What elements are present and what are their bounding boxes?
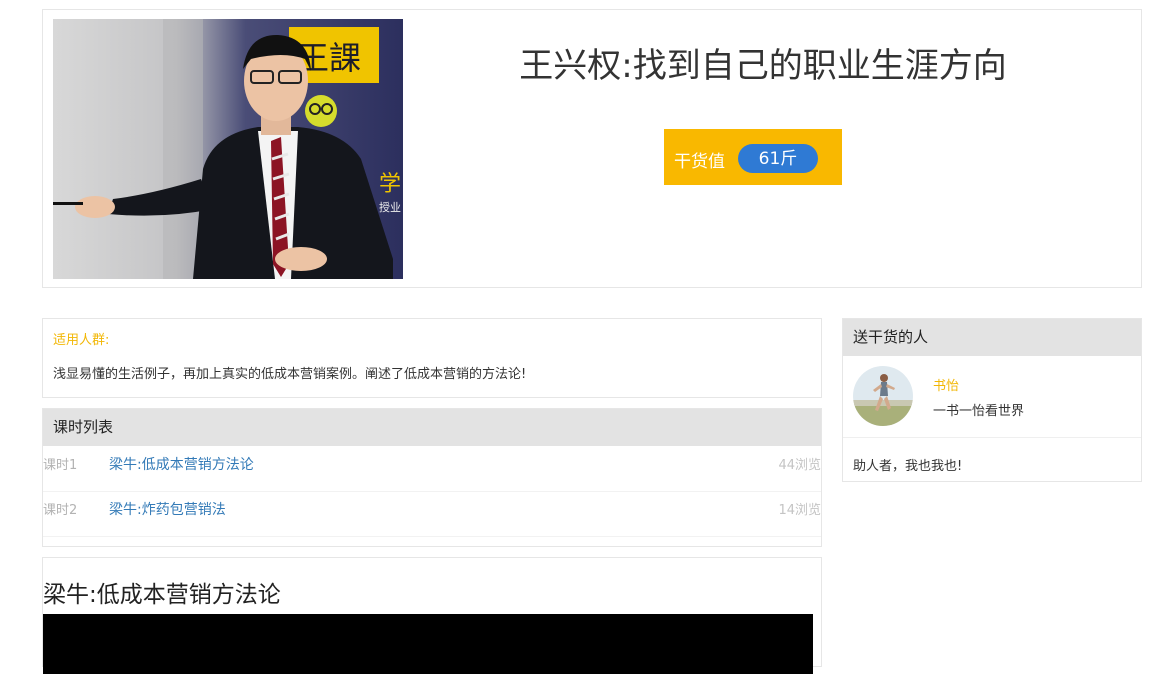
- givers-panel: 送干货的人 书怡 一书一怡看世界 助人者，我也我也!: [842, 318, 1142, 482]
- lesson-number: 课时2: [43, 503, 78, 518]
- giver-item: 书怡 一书一怡看世界: [843, 356, 1141, 438]
- video-player[interactable]: [43, 614, 813, 674]
- video-section: 梁牛:低成本营销方法论: [42, 557, 822, 674]
- givers-header: 送干货的人: [843, 319, 1141, 356]
- lesson-row: 课时2 梁牛:炸药包营销法 14浏览: [43, 491, 821, 537]
- avatar[interactable]: [853, 366, 913, 426]
- giver-motto: 一书一怡看世界: [933, 404, 1025, 419]
- lesson-link[interactable]: 梁牛:炸药包营销法: [109, 499, 226, 519]
- video-title: 梁牛:低成本营销方法论: [43, 582, 281, 608]
- audience-text: 浅显易懂的生活例子，再加上真实的低成本营销案例。阐述了低成本营销的方法论!: [53, 367, 527, 382]
- lesson-list: 课时列表 课时1 梁牛:低成本营销方法论 44浏览 课时2 梁牛:炸药包营销法 …: [42, 408, 822, 547]
- photo-sign-text-3: 授业: [379, 200, 401, 214]
- lesson-views: 44浏览: [778, 458, 821, 473]
- audience-label: 适用人群:: [53, 333, 110, 348]
- course-cover-image: 王課 学 授业: [53, 19, 403, 279]
- lesson-list-header: 课时列表: [43, 409, 821, 446]
- giver-name[interactable]: 书怡: [933, 375, 959, 394]
- lesson-number: 课时1: [43, 458, 78, 473]
- lesson-row: 课时1 梁牛:低成本营销方法论 44浏览: [43, 446, 821, 492]
- value-label: 干货值: [674, 152, 725, 172]
- lesson-views: 14浏览: [778, 503, 821, 518]
- course-title: 王兴权:找到自己的职业生涯方向: [519, 46, 1007, 86]
- value-amount-pill: 61斤: [738, 144, 818, 173]
- value-badge: 干货值 61斤: [664, 129, 842, 185]
- audience-card: 适用人群: 浅显易懂的生活例子，再加上真实的低成本营销案例。阐述了低成本营销的方…: [42, 318, 822, 398]
- course-hero: 王課 学 授业 王兴权:找到自己的职业生涯方向 干货值 61斤: [42, 9, 1142, 288]
- photo-sign-text-2: 学: [379, 172, 401, 197]
- lesson-link[interactable]: 梁牛:低成本营销方法论: [109, 454, 254, 474]
- giver-note: 助人者，我也我也!: [853, 459, 963, 474]
